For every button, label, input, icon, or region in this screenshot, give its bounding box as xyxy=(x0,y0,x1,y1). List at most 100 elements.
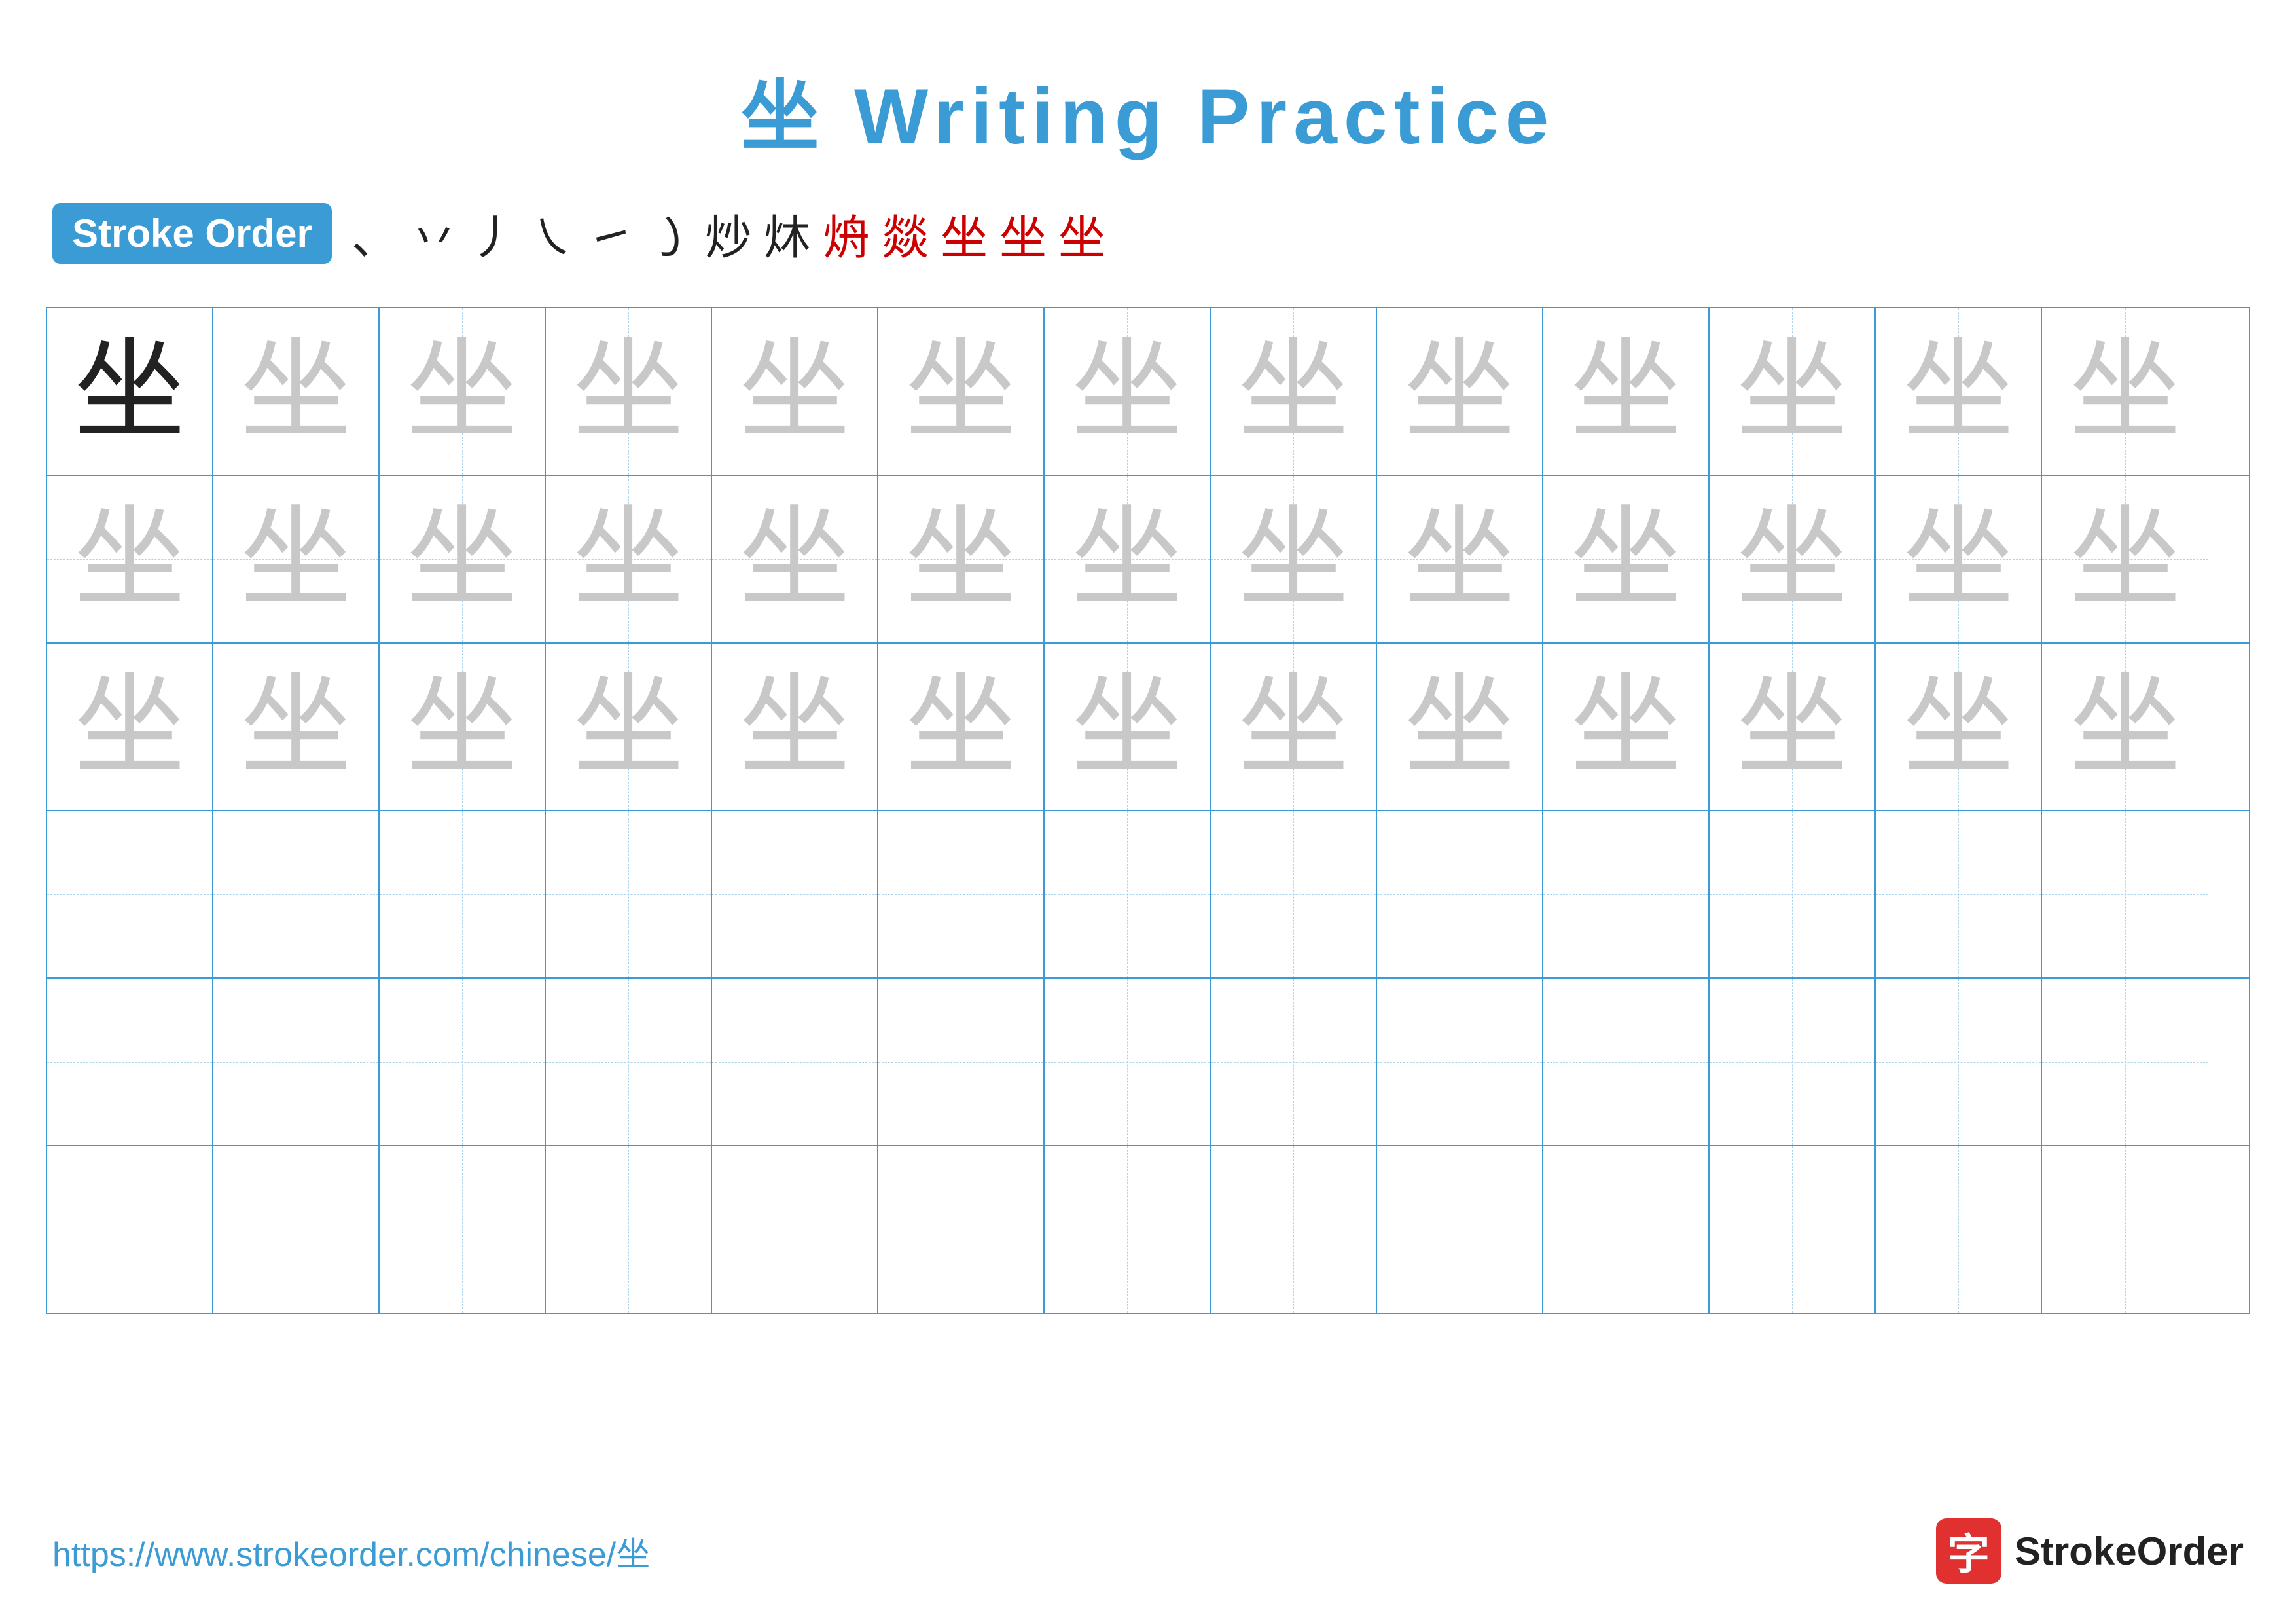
stroke-11: 坐 xyxy=(941,199,988,268)
grid-cell-1-11[interactable]: 坐 xyxy=(1710,308,1876,475)
grid-cell-5-1[interactable] xyxy=(47,979,213,1145)
grid-cell-3-7[interactable]: 坐 xyxy=(1045,644,1211,810)
grid-cell-1-1[interactable]: 坐 xyxy=(47,308,213,475)
grid-cell-6-5[interactable] xyxy=(712,1146,878,1313)
grid-cell-3-12[interactable]: 坐 xyxy=(1876,644,2042,810)
grid-cell-1-4[interactable]: 坐 xyxy=(546,308,712,475)
grid-cell-1-7[interactable]: 坐 xyxy=(1045,308,1211,475)
grid-cell-2-6[interactable]: 坐 xyxy=(878,476,1045,642)
grid-cell-3-3[interactable]: 坐 xyxy=(380,644,546,810)
grid-cell-5-10[interactable] xyxy=(1543,979,1710,1145)
grid-cell-1-12[interactable]: 坐 xyxy=(1876,308,2042,475)
grid-cell-2-1[interactable]: 坐 xyxy=(47,476,213,642)
grid-cell-4-2[interactable] xyxy=(213,811,380,977)
grid-cell-3-4[interactable]: 坐 xyxy=(546,644,712,810)
grid-cell-6-11[interactable] xyxy=(1710,1146,1876,1313)
footer-logo-icon: 字 xyxy=(1936,1518,2001,1584)
grid-cell-6-9[interactable] xyxy=(1377,1146,1543,1313)
stroke-2: 丷 xyxy=(410,199,457,268)
grid-cell-4-3[interactable] xyxy=(380,811,546,977)
grid-cell-4-13[interactable] xyxy=(2042,811,2208,977)
grid-cell-4-12[interactable] xyxy=(1876,811,2042,977)
grid-cell-3-10[interactable]: 坐 xyxy=(1543,644,1710,810)
grid-cell-4-9[interactable] xyxy=(1377,811,1543,977)
grid-cell-4-7[interactable] xyxy=(1045,811,1211,977)
grid-cell-4-4[interactable] xyxy=(546,811,712,977)
grid-cell-5-6[interactable] xyxy=(878,979,1045,1145)
grid-cell-6-4[interactable] xyxy=(546,1146,712,1313)
page-title: 坐 Writing Practice xyxy=(0,0,2296,166)
stroke-3: 丿 xyxy=(469,199,516,268)
grid-cell-2-4[interactable]: 坐 xyxy=(546,476,712,642)
footer-logo: 字 StrokeOrder xyxy=(1936,1518,2244,1584)
grid-cell-5-4[interactable] xyxy=(546,979,712,1145)
grid-cell-1-5[interactable]: 坐 xyxy=(712,308,878,475)
grid-cell-5-13[interactable] xyxy=(2042,979,2208,1145)
grid-cell-6-1[interactable] xyxy=(47,1146,213,1313)
grid-cell-4-1[interactable] xyxy=(47,811,213,977)
practice-grid: 坐 坐 坐 坐 坐 坐 坐 坐 坐 坐 坐 坐 坐 坐 坐 坐 坐 坐 坐 坐 … xyxy=(46,307,2250,1314)
grid-cell-1-10[interactable]: 坐 xyxy=(1543,308,1710,475)
grid-cell-5-8[interactable] xyxy=(1211,979,1377,1145)
grid-cell-2-2[interactable]: 坐 xyxy=(213,476,380,642)
grid-cell-6-6[interactable] xyxy=(878,1146,1045,1313)
grid-cell-4-5[interactable] xyxy=(712,811,878,977)
grid-cell-5-3[interactable] xyxy=(380,979,546,1145)
grid-cell-6-13[interactable] xyxy=(2042,1146,2208,1313)
grid-cell-4-10[interactable] xyxy=(1543,811,1710,977)
grid-cell-6-12[interactable] xyxy=(1876,1146,2042,1313)
grid-cell-1-2[interactable]: 坐 xyxy=(213,308,380,475)
grid-cell-5-11[interactable] xyxy=(1710,979,1876,1145)
stroke-10: 燚 xyxy=(882,199,929,268)
grid-cell-2-7[interactable]: 坐 xyxy=(1045,476,1211,642)
grid-cell-3-13[interactable]: 坐 xyxy=(2042,644,2208,810)
grid-cell-2-8[interactable]: 坐 xyxy=(1211,476,1377,642)
grid-cell-2-10[interactable]: 坐 xyxy=(1543,476,1710,642)
grid-cell-3-11[interactable]: 坐 xyxy=(1710,644,1876,810)
grid-row-3: 坐 坐 坐 坐 坐 坐 坐 坐 坐 坐 坐 坐 坐 xyxy=(47,644,2249,811)
grid-cell-1-9[interactable]: 坐 xyxy=(1377,308,1543,475)
footer-url-link[interactable]: https://www.strokeorder.com/chinese/坐 xyxy=(52,1527,650,1576)
stroke-order-row: Stroke Order 、 丷 丿 ㇏ ㇀ ㇁ 炒 炑 烐 燚 坐 坐 坐 xyxy=(0,166,2296,287)
stroke-7: 炒 xyxy=(705,199,752,268)
stroke-5: ㇀ xyxy=(587,199,634,268)
grid-row-4 xyxy=(47,811,2249,979)
grid-cell-6-8[interactable] xyxy=(1211,1146,1377,1313)
stroke-12: 坐 xyxy=(999,199,1047,268)
stroke-order-badge: Stroke Order xyxy=(52,203,332,264)
grid-cell-4-11[interactable] xyxy=(1710,811,1876,977)
grid-cell-5-9[interactable] xyxy=(1377,979,1543,1145)
grid-cell-2-11[interactable]: 坐 xyxy=(1710,476,1876,642)
grid-cell-6-10[interactable] xyxy=(1543,1146,1710,1313)
grid-cell-2-13[interactable]: 坐 xyxy=(2042,476,2208,642)
footer-logo-text: StrokeOrder xyxy=(2015,1529,2244,1574)
grid-cell-3-5[interactable]: 坐 xyxy=(712,644,878,810)
grid-cell-5-12[interactable] xyxy=(1876,979,2042,1145)
grid-cell-1-6[interactable]: 坐 xyxy=(878,308,1045,475)
grid-cell-6-3[interactable] xyxy=(380,1146,546,1313)
grid-cell-6-7[interactable] xyxy=(1045,1146,1211,1313)
grid-cell-4-8[interactable] xyxy=(1211,811,1377,977)
grid-cell-4-6[interactable] xyxy=(878,811,1045,977)
grid-cell-2-3[interactable]: 坐 xyxy=(380,476,546,642)
practice-char-light: 坐 xyxy=(240,336,351,447)
grid-cell-1-8[interactable]: 坐 xyxy=(1211,308,1377,475)
grid-cell-2-5[interactable]: 坐 xyxy=(712,476,878,642)
grid-cell-3-9[interactable]: 坐 xyxy=(1377,644,1543,810)
grid-cell-3-2[interactable]: 坐 xyxy=(213,644,380,810)
stroke-13: 坐 xyxy=(1058,199,1105,268)
stroke-1: 、 xyxy=(351,199,399,268)
grid-cell-3-6[interactable]: 坐 xyxy=(878,644,1045,810)
grid-cell-1-3[interactable]: 坐 xyxy=(380,308,546,475)
grid-cell-5-5[interactable] xyxy=(712,979,878,1145)
grid-cell-5-7[interactable] xyxy=(1045,979,1211,1145)
grid-cell-3-1[interactable]: 坐 xyxy=(47,644,213,810)
grid-cell-3-8[interactable]: 坐 xyxy=(1211,644,1377,810)
grid-cell-2-9[interactable]: 坐 xyxy=(1377,476,1543,642)
stroke-9: 烐 xyxy=(823,199,870,268)
stroke-4: ㇏ xyxy=(528,199,575,268)
grid-cell-6-2[interactable] xyxy=(213,1146,380,1313)
grid-cell-2-12[interactable]: 坐 xyxy=(1876,476,2042,642)
grid-cell-5-2[interactable] xyxy=(213,979,380,1145)
grid-cell-1-13[interactable]: 坐 xyxy=(2042,308,2208,475)
